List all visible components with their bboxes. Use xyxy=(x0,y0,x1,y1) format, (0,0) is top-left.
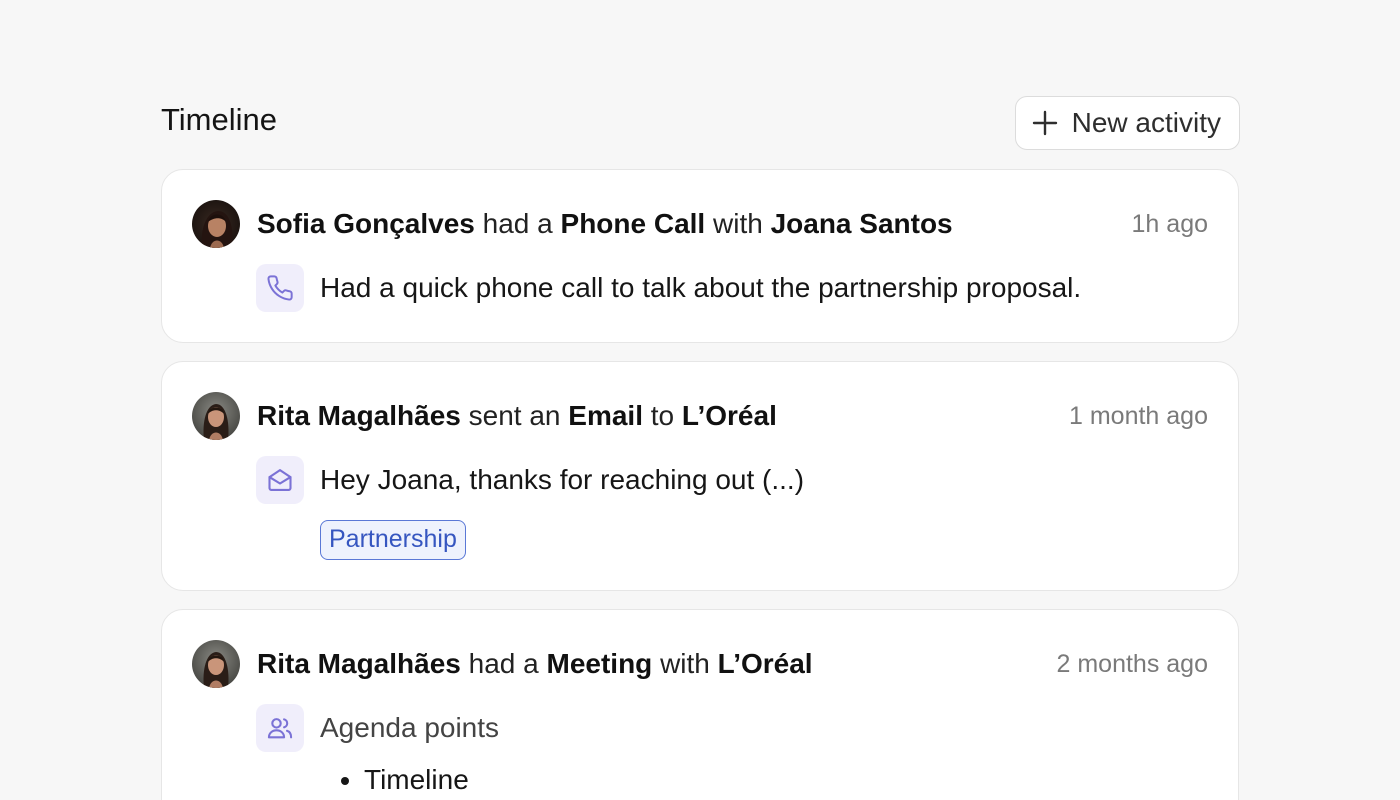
target-name[interactable]: L’Oréal xyxy=(718,648,813,679)
agenda-list: Timeline xyxy=(340,762,469,798)
activity-preposition: to xyxy=(650,400,675,431)
activity-type: Meeting xyxy=(546,648,653,679)
list-item: Timeline xyxy=(364,762,469,798)
timeline-page: Timeline New activity Sofia Gonçalves ha… xyxy=(0,0,1400,800)
activity-type: Email xyxy=(568,400,643,431)
activity-time: 2 months ago xyxy=(1056,650,1209,678)
target-name[interactable]: Joana Santos xyxy=(771,208,953,239)
timeline-header: Timeline New activity xyxy=(161,96,1240,152)
activity-verb: had a xyxy=(468,648,539,679)
target-name[interactable]: L’Oréal xyxy=(682,400,777,431)
avatar[interactable] xyxy=(192,200,240,248)
activity-description: Had a quick phone call to talk about the… xyxy=(320,272,1082,303)
activity-headline: Sofia Gonçalves had a Phone Call with Jo… xyxy=(257,206,953,242)
avatar[interactable] xyxy=(192,392,240,440)
activity-preposition: with xyxy=(660,648,710,679)
email-preview: Hey Joana, thanks for reaching out (...) xyxy=(320,464,805,495)
page-title: Timeline xyxy=(161,102,277,137)
meeting-agenda-title: Agenda points xyxy=(320,712,500,743)
actor-name[interactable]: Rita Magalhães xyxy=(257,648,461,679)
users-icon xyxy=(256,704,304,752)
avatar[interactable] xyxy=(192,640,240,688)
new-activity-label: New activity xyxy=(1071,107,1221,138)
activity-card-phone-call[interactable]: Sofia Gonçalves had a Phone Call with Jo… xyxy=(161,169,1239,343)
actor-name[interactable]: Rita Magalhães xyxy=(257,400,461,431)
actor-name[interactable]: Sofia Gonçalves xyxy=(257,208,475,239)
envelope-icon xyxy=(256,456,304,504)
activity-verb: sent an xyxy=(468,400,561,431)
activity-preposition: with xyxy=(713,208,763,239)
activity-time: 1h ago xyxy=(1131,210,1208,238)
phone-icon xyxy=(256,264,304,312)
activity-headline: Rita Magalhães had a Meeting with L’Oréa… xyxy=(257,646,813,682)
activity-verb: had a xyxy=(482,208,553,239)
activity-card-email[interactable]: Rita Magalhães sent an Email to L’Oréal … xyxy=(161,361,1239,591)
activity-time: 1 month ago xyxy=(1069,402,1208,430)
activity-headline: Rita Magalhães sent an Email to L’Oréal xyxy=(257,398,777,434)
activity-type: Phone Call xyxy=(560,208,706,239)
activity-card-meeting[interactable]: Rita Magalhães had a Meeting with L’Oréa… xyxy=(161,609,1239,800)
plus-icon xyxy=(1032,110,1058,136)
new-activity-button[interactable]: New activity xyxy=(1014,96,1240,150)
partnership-tag[interactable]: Partnership xyxy=(320,520,466,560)
